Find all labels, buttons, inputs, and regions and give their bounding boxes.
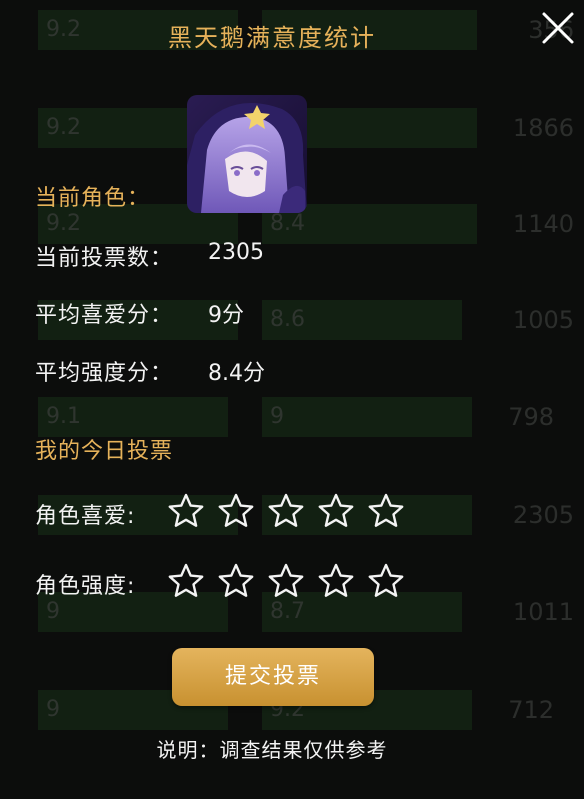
love-star-1[interactable] — [167, 492, 205, 530]
current-character-label: 当前角色： — [35, 186, 151, 211]
strength-star-5[interactable] — [367, 562, 405, 600]
star-icon — [268, 493, 304, 527]
star-icon — [368, 563, 404, 597]
my-vote-heading: 我的今日投票 — [35, 439, 174, 464]
star-icon — [318, 563, 354, 597]
star-icon — [168, 493, 204, 527]
avg-strength-value: 8.4分 — [208, 361, 265, 386]
votes-value: 2305 — [208, 240, 264, 265]
strength-rating-label: 角色强度: — [35, 574, 136, 599]
submit-vote-button[interactable]: 提交投票 — [172, 648, 374, 706]
strength-star-1[interactable] — [167, 562, 205, 600]
strength-star-2[interactable] — [217, 562, 255, 600]
love-star-2[interactable] — [217, 492, 255, 530]
strength-star-4[interactable] — [317, 562, 355, 600]
star-icon — [268, 563, 304, 597]
avg-strength-label: 平均强度分： — [35, 361, 174, 386]
disclaimer-note: 说明：调查结果仅供参考 — [156, 738, 388, 762]
strength-star-3[interactable] — [267, 562, 305, 600]
star-icon — [218, 493, 254, 527]
love-star-4[interactable] — [317, 492, 355, 530]
love-star-3[interactable] — [267, 492, 305, 530]
star-icon — [318, 493, 354, 527]
love-rating-label: 角色喜爱: — [35, 504, 136, 529]
star-icon — [218, 563, 254, 597]
votes-label: 当前投票数： — [35, 246, 174, 271]
star-icon — [168, 563, 204, 597]
close-icon — [542, 12, 574, 44]
love-star-5[interactable] — [367, 492, 405, 530]
character-portrait — [187, 95, 307, 213]
close-button[interactable] — [540, 10, 576, 46]
dialog-title: 黑天鹅满意度统计 — [168, 24, 376, 52]
satisfaction-survey-dialog: 黑天鹅满意度统计 当前角色： 当前投票数： 2305 平均喜爱分： 9分 平均强… — [0, 0, 584, 799]
avg-love-value: 9分 — [208, 303, 244, 328]
star-icon — [368, 493, 404, 527]
avg-love-label: 平均喜爱分： — [35, 303, 174, 328]
